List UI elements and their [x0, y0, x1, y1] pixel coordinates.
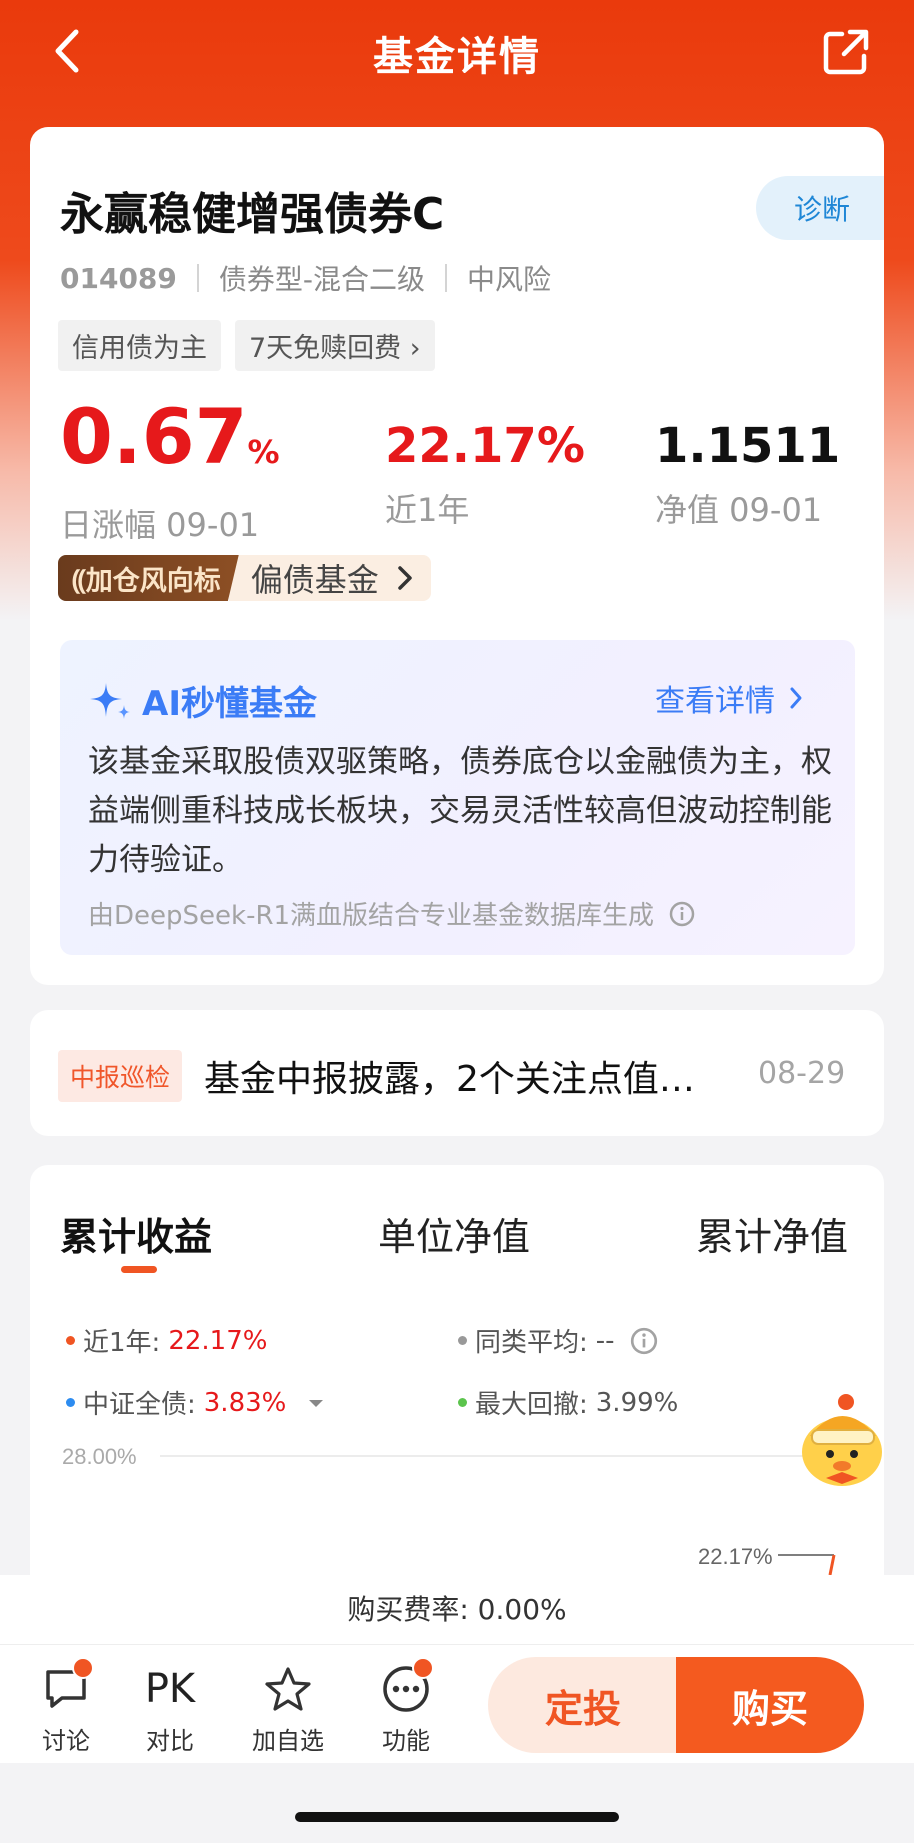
ai-title: AI秒懂基金 [88, 676, 317, 725]
legend-drawdown-label: 最大回撤: [475, 1390, 588, 1420]
info-icon[interactable] [629, 1326, 659, 1356]
tab-indicator [121, 1266, 157, 1273]
fund-risk: 中风险 [467, 263, 552, 296]
legend-dot [458, 1398, 467, 1407]
notification-dot [412, 1657, 434, 1679]
nav-discuss-label: 讨论 [42, 1727, 90, 1755]
star-icon [248, 1663, 328, 1715]
daily-change-value: 0.67 [60, 392, 248, 481]
legend-peer: 同类平均: -- [458, 1322, 659, 1359]
home-area [0, 1763, 914, 1843]
daily-change-stat: 0.67% 日涨幅 09-01 [60, 395, 280, 546]
report-tag: 中报巡检 [58, 1050, 183, 1102]
nav-compare-label: 对比 [146, 1727, 194, 1755]
ai-detail-label: 查看详情 [655, 684, 775, 719]
legend-benchmark[interactable]: 中证全债: 3.83% [66, 1384, 326, 1421]
fund-category: 债券型-混合二级 [218, 263, 426, 296]
legend-year-value: 22.17% [168, 1325, 268, 1356]
nav-functions-label: 功能 [382, 1727, 430, 1755]
windvane-badge: ⸨ 加仓风向标 [58, 555, 239, 601]
chevron-right-icon [397, 566, 412, 590]
daily-change-label: 日涨幅 09-01 [60, 506, 260, 544]
home-indicator[interactable] [295, 1812, 619, 1822]
fund-code: 014089 [60, 261, 177, 295]
legend-drawdown-value: 3.99% [595, 1387, 679, 1418]
tab-unit-nav[interactable]: 单位净值 [378, 1206, 530, 1261]
notification-dot [72, 1657, 94, 1679]
y-tick-label: 28.00% [62, 1444, 137, 1469]
legend-year-label: 近1年: [83, 1328, 161, 1358]
more-icon [366, 1657, 446, 1715]
nav-value: 1.1511 [655, 418, 841, 474]
purchase-fee: 购买费率: 0.00% [0, 1575, 914, 1645]
info-icon[interactable] [668, 900, 696, 928]
legend-peer-value: -- [595, 1325, 615, 1356]
chat-icon [26, 1657, 106, 1715]
page-title: 基金详情 [373, 34, 541, 80]
legend-dot [66, 1398, 75, 1407]
sparkle-icon [90, 682, 130, 719]
end-value-annotation: 22.17% [698, 1544, 773, 1569]
legend-drawdown: 最大回撤: 3.99% [458, 1384, 678, 1421]
legend-dot [66, 1336, 75, 1345]
wheat-icon: ⸨ [72, 564, 86, 596]
windvane-text-label: 偏债基金 [250, 561, 379, 599]
year-return-stat: 22.17% 近1年 [385, 413, 585, 531]
nav-compare[interactable]: PK 对比 [130, 1663, 210, 1756]
caret-down-icon [309, 1399, 324, 1407]
pk-icon: PK [144, 1666, 196, 1712]
legend-bench-label: 中证全债: [83, 1390, 196, 1420]
report-date: 08-29 [758, 1056, 846, 1091]
chevron-right-icon: › [409, 333, 421, 364]
nav-label: 净值 09-01 [655, 491, 823, 529]
legend-bench-value: 3.83% [203, 1387, 287, 1418]
ai-source: 由DeepSeek-R1满血版结合专业基金数据库生成 [88, 895, 696, 932]
nav-stat: 1.1511 净值 09-01 [655, 413, 840, 531]
nav-watchlist[interactable]: 加自选 [248, 1663, 328, 1756]
share-icon [823, 29, 869, 75]
nav-watchlist-label: 加自选 [252, 1727, 324, 1755]
diagnose-button[interactable]: 诊断 [756, 176, 884, 240]
tag-redemption-label: 7天免赎回费 [249, 333, 402, 364]
nav-functions[interactable]: 功能 [366, 1657, 446, 1756]
legend-dot [458, 1336, 467, 1345]
year-return-value: 22.17% [385, 418, 585, 474]
buy-button[interactable]: 购买 [676, 1657, 864, 1753]
legend-year: 近1年: 22.17% [66, 1322, 267, 1359]
sip-button[interactable]: 定投 [488, 1657, 678, 1753]
report-title[interactable]: 基金中报披露，2个关注点值… [204, 1050, 764, 1102]
mascot-icon[interactable] [796, 1390, 890, 1490]
top-bar: 基金详情 [0, 0, 914, 104]
tag-credit-bond: 信用债为主 [58, 320, 221, 371]
ai-summary-text: 该基金采取股债双驱策略，债券底仓以金融债为主，权益端侧重科技成长板块，交易灵活性… [88, 744, 832, 878]
windvane-banner[interactable]: ⸨ 加仓风向标 偏债基金 [58, 555, 431, 601]
fund-name: 永赢稳健增强债券C [60, 189, 445, 240]
share-button[interactable] [820, 26, 872, 78]
year-return-label: 近1年 [385, 491, 470, 529]
divider [445, 264, 448, 292]
ai-source-text: 由DeepSeek-R1满血版结合专业基金数据库生成 [88, 901, 655, 931]
fund-tags: 信用债为主 7天免赎回费 › [58, 320, 435, 371]
tab-cumulative-return[interactable]: 累计收益 [60, 1206, 212, 1261]
ai-title-text: AI秒懂基金 [142, 684, 317, 724]
ai-detail-link[interactable]: 查看详情 [655, 676, 803, 720]
fund-meta: 014089 债券型-混合二级 中风险 [60, 258, 551, 298]
series-line-year [828, 1554, 836, 1576]
return-chart: 28.00% 22.17% [62, 1444, 836, 1576]
tab-cumulative-nav[interactable]: 累计净值 [696, 1206, 848, 1261]
divider [196, 264, 199, 292]
tag-redemption-fee[interactable]: 7天免赎回费 › [235, 320, 435, 371]
legend-peer-label: 同类平均: [475, 1328, 588, 1358]
daily-change-unit: % [247, 433, 280, 471]
windvane-badge-label: 加仓风向标 [85, 565, 221, 597]
nav-discuss[interactable]: 讨论 [26, 1657, 106, 1756]
chevron-right-icon [790, 687, 802, 709]
windvane-text: 偏债基金 [228, 555, 431, 601]
